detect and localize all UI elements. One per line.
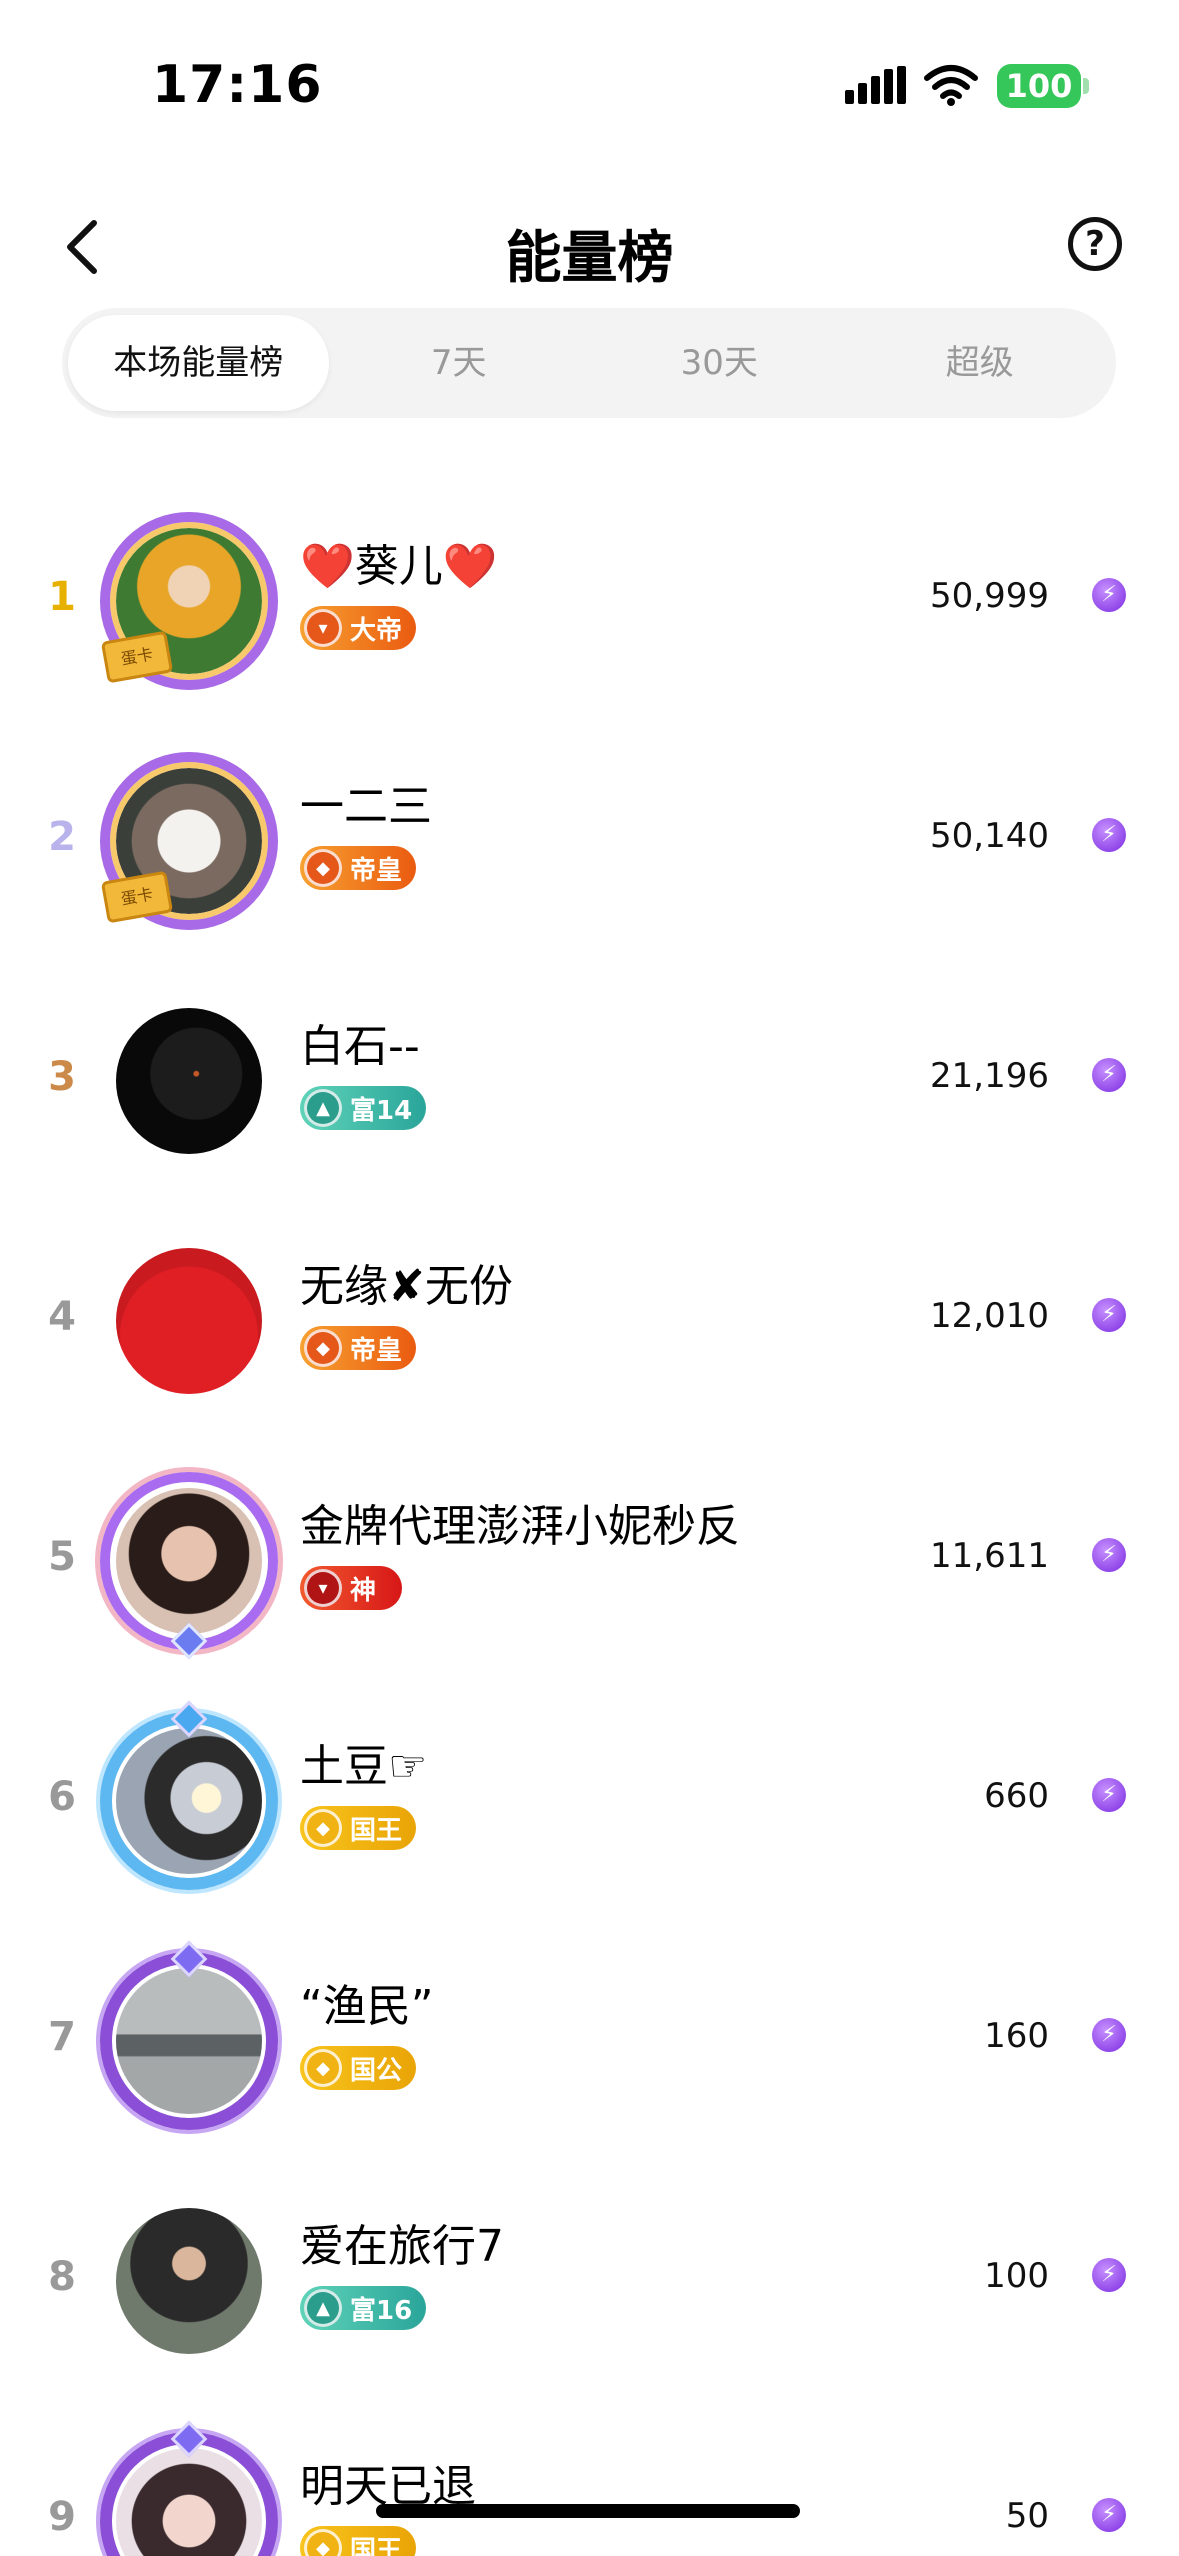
avatar[interactable] xyxy=(100,992,278,1170)
user-name: 无缘✘无份 xyxy=(300,1261,513,1312)
rank-number: 5 xyxy=(48,1534,76,1580)
avatar[interactable] xyxy=(100,2192,278,2370)
status-bar: 17:16 100 xyxy=(0,0,1179,175)
level-badge: ▾ 神 xyxy=(300,1566,403,1610)
user-name: 白石-- xyxy=(300,1021,420,1072)
energy-score: 21,196 xyxy=(930,1056,1049,1096)
energy-score: 50 xyxy=(1005,2496,1049,2536)
ranking-row[interactable]: 6 土豆☞ ◆ 国王 660 ⚡ xyxy=(0,1678,1179,1918)
energy-score: 160 xyxy=(984,2016,1049,2056)
level-icon: ▲ xyxy=(304,1089,342,1127)
energy-score: 100 xyxy=(984,2256,1049,2296)
wifi-icon xyxy=(924,65,978,106)
level-badge: ▲ 富14 xyxy=(300,1086,427,1130)
energy-icon: ⚡ xyxy=(1092,2018,1126,2052)
energy-icon: ⚡ xyxy=(1092,2498,1126,2532)
energy-icon: ⚡ xyxy=(1092,2258,1126,2292)
status-time: 17:16 xyxy=(152,55,323,115)
tab-7-days[interactable]: 7天 xyxy=(329,315,590,411)
rank-number: 3 xyxy=(48,1054,76,1100)
ranking-row[interactable]: 1 蛋卡 ❤️葵儿❤️ ▾ 大帝 50,999 ⚡ xyxy=(0,478,1179,718)
level-badge: ▲ 富16 xyxy=(300,2286,427,2330)
level-badge: ◆ 帝皇 xyxy=(300,846,417,890)
help-icon[interactable]: ? xyxy=(1068,217,1122,271)
avatar[interactable] xyxy=(100,1232,278,1410)
rank-number: 9 xyxy=(48,2494,76,2540)
rank-number: 4 xyxy=(48,1294,76,1340)
avatar-photo xyxy=(116,1248,262,1394)
home-indicator xyxy=(376,2504,800,2518)
tab-super[interactable]: 超级 xyxy=(850,315,1111,411)
energy-score: 12,010 xyxy=(930,1296,1049,1336)
avatar[interactable] xyxy=(100,1472,278,1660)
user-name: 一二三 xyxy=(300,781,432,832)
tab-30-days[interactable]: 30天 xyxy=(589,315,850,411)
avatar[interactable]: 蛋卡 xyxy=(100,752,278,930)
level-icon: ▲ xyxy=(304,2289,342,2327)
user-name: 金牌代理澎湃小妮秒反 xyxy=(300,1501,740,1552)
energy-score: 50,140 xyxy=(930,816,1049,856)
level-badge: ◆ 国王 xyxy=(300,1806,417,1850)
avatar[interactable]: 蛋卡 xyxy=(100,512,278,690)
level-badge: ◆ 帝皇 xyxy=(300,1326,417,1370)
ranking-row[interactable]: 7 “渔民” ◆ 国公 160 ⚡ xyxy=(0,1918,1179,2158)
rank-number: 8 xyxy=(48,2254,76,2300)
rank-number: 7 xyxy=(48,2014,76,2060)
user-name: ❤️葵儿❤️ xyxy=(300,541,498,592)
battery-indicator: 100 xyxy=(997,64,1081,108)
cellular-signal-icon xyxy=(845,66,906,104)
level-icon: ◆ xyxy=(304,2529,342,2556)
rank-number: 1 xyxy=(48,574,76,620)
nav-bar: 能量榜 ? xyxy=(0,175,1179,315)
ranking-row[interactable]: 8 爱在旅行7 ▲ 富16 100 ⚡ xyxy=(0,2158,1179,2398)
level-icon: ◆ xyxy=(304,1809,342,1847)
avatar[interactable] xyxy=(100,2420,278,2556)
level-icon: ◆ xyxy=(304,2049,342,2087)
level-icon: ◆ xyxy=(304,849,342,887)
level-icon: ▾ xyxy=(304,1569,342,1607)
ranking-tabs: 本场能量榜 7天 30天 超级 xyxy=(62,308,1116,418)
level-badge: ▾ 大帝 xyxy=(300,606,417,650)
avatar-frame xyxy=(100,1712,278,1890)
rank-number: 2 xyxy=(48,814,76,860)
level-badge: ◆ 国王 xyxy=(300,2526,417,2556)
level-icon: ◆ xyxy=(304,1329,342,1367)
tab-current-session[interactable]: 本场能量榜 xyxy=(68,315,329,411)
rank-number: 6 xyxy=(48,1774,76,1820)
energy-icon: ⚡ xyxy=(1092,1778,1126,1812)
energy-score: 11,611 xyxy=(930,1536,1049,1576)
user-name: 爱在旅行7 xyxy=(300,2221,504,2272)
energy-icon: ⚡ xyxy=(1092,1538,1126,1572)
battery-tip xyxy=(1083,78,1089,94)
ranking-row[interactable]: 5 金牌代理澎湃小妮秒反 ▾ 神 11,611 ⚡ xyxy=(0,1438,1179,1678)
energy-icon: ⚡ xyxy=(1092,1298,1126,1332)
avatar[interactable] xyxy=(100,1700,278,1890)
avatar-photo xyxy=(116,2208,262,2354)
ranking-row[interactable]: 2 蛋卡 一二三 ◆ 帝皇 50,140 ⚡ xyxy=(0,718,1179,958)
ranking-row[interactable]: 9 明天已退 ◆ 国王 50 ⚡ xyxy=(0,2398,1179,2556)
ranking-row[interactable]: 3 白石-- ▲ 富14 21,196 ⚡ xyxy=(0,958,1179,1198)
energy-icon: ⚡ xyxy=(1092,818,1126,852)
ranking-row[interactable]: 4 无缘✘无份 ◆ 帝皇 12,010 ⚡ xyxy=(0,1198,1179,1438)
energy-score: 50,999 xyxy=(930,576,1049,616)
energy-icon: ⚡ xyxy=(1092,578,1126,612)
user-name: 土豆☞ xyxy=(300,1741,428,1792)
page-title: 能量榜 xyxy=(505,226,674,291)
level-icon: ▾ xyxy=(304,609,342,647)
energy-score: 660 xyxy=(984,1776,1049,1816)
avatar[interactable] xyxy=(100,1940,278,2130)
avatar-photo xyxy=(116,1008,262,1154)
avatar-frame xyxy=(100,1952,278,2130)
ranking-list: 1 蛋卡 ❤️葵儿❤️ ▾ 大帝 50,999 ⚡ 2 蛋卡 一二三 ◆ 帝皇 50… xyxy=(0,478,1179,2556)
user-name: “渔民” xyxy=(300,1981,434,2032)
level-badge: ◆ 国公 xyxy=(300,2046,417,2090)
energy-icon: ⚡ xyxy=(1092,1058,1126,1092)
